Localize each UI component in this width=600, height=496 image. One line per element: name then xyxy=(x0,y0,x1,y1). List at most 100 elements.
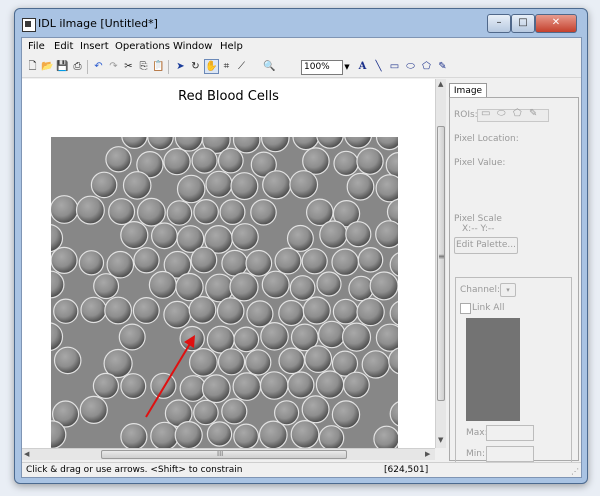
app-icon xyxy=(22,18,36,32)
menu-operations[interactable]: Operations xyxy=(115,41,170,52)
blood-cell xyxy=(348,275,374,302)
vertical-scrollbar[interactable]: ▲ ≡ ▼ xyxy=(435,79,446,448)
channel-select[interactable]: ▾ xyxy=(500,283,516,297)
crop-icon[interactable]: ⌗ xyxy=(220,60,233,73)
zoom-icon[interactable]: 🔍 xyxy=(263,60,276,73)
paste-icon[interactable]: 📋 xyxy=(152,60,165,73)
menu-insert[interactable]: Insert xyxy=(80,41,109,52)
blood-cell xyxy=(301,395,330,424)
blood-cell xyxy=(232,372,262,401)
roi-freehand-icon[interactable]: ✎ xyxy=(529,108,537,119)
menu-file[interactable]: File xyxy=(28,41,45,52)
blood-cell xyxy=(191,147,218,174)
menu-help[interactable]: Help xyxy=(220,41,243,52)
line-profile-icon[interactable]: ⟋ xyxy=(235,60,248,73)
menu-bar: File Edit Insert Operations Window Help xyxy=(22,38,581,56)
blood-cell xyxy=(373,425,398,450)
cut-icon[interactable]: ✂ xyxy=(122,60,135,73)
link-all-checkbox[interactable] xyxy=(460,303,471,314)
horizontal-scroll-thumb[interactable]: III xyxy=(101,450,347,459)
image-title: Red Blood Cells xyxy=(178,89,279,104)
redo-icon[interactable]: ↷ xyxy=(107,60,120,73)
image-panel: Image ROIs: ▭ ⬭ ⬠ ✎ Pixel Location: Pixe… xyxy=(447,79,580,469)
blood-cell xyxy=(258,420,288,450)
pixel-scale-xy: X:-- Y:-- xyxy=(462,224,495,234)
roi-rectangle-icon[interactable]: ▭ xyxy=(481,108,490,119)
image-panel-body: ROIs: ▭ ⬭ ⬠ ✎ Pixel Location: Pixel Valu… xyxy=(449,97,579,469)
rotate-icon[interactable]: ↻ xyxy=(189,60,202,73)
blood-cell xyxy=(233,326,260,353)
blood-cell xyxy=(356,147,384,175)
blood-cell xyxy=(278,347,305,375)
blood-cell xyxy=(356,297,385,327)
pan-icon[interactable]: ✋ xyxy=(204,59,219,74)
blood-cell xyxy=(290,420,320,449)
ellipse-icon[interactable]: ⬭ xyxy=(404,60,417,73)
scroll-left-icon[interactable]: ◀ xyxy=(24,450,29,458)
scroll-down-icon[interactable]: ▼ xyxy=(438,436,443,444)
blood-cell xyxy=(229,272,259,302)
blood-cell xyxy=(304,345,333,374)
roi-polygon-icon[interactable]: ⬠ xyxy=(513,108,522,119)
scroll-grip-icon: III xyxy=(217,450,224,458)
blood-cell xyxy=(331,248,359,276)
polygon-icon[interactable]: ⬠ xyxy=(420,60,433,73)
blood-cell xyxy=(53,298,79,324)
blood-cell xyxy=(133,247,160,274)
menu-edit[interactable]: Edit xyxy=(54,41,73,52)
edit-palette-button[interactable]: Edit Palette... xyxy=(454,237,518,254)
chevron-down-icon[interactable]: ▼ xyxy=(342,60,352,74)
blood-cell xyxy=(118,323,146,351)
resize-grip-icon[interactable]: ⋰ xyxy=(571,467,579,476)
blood-cell xyxy=(260,322,289,351)
new-icon[interactable]: 🗋 xyxy=(26,60,39,73)
min-input[interactable] xyxy=(486,446,534,462)
blood-cell xyxy=(375,323,398,352)
blood-cell xyxy=(343,371,370,399)
zoom-field[interactable]: 100% xyxy=(301,60,343,75)
blood-cell xyxy=(90,171,118,199)
blood-cell-image[interactable] xyxy=(51,137,398,450)
tab-image[interactable]: Image xyxy=(449,83,487,98)
close-button[interactable]: ✕ xyxy=(535,14,577,33)
print-icon[interactable]: ⎙ xyxy=(71,60,84,73)
menu-window[interactable]: Window xyxy=(173,41,212,52)
blood-cell xyxy=(217,348,246,376)
blood-cell xyxy=(80,296,107,324)
horizontal-scrollbar[interactable]: ◀ III ▶ xyxy=(22,448,435,460)
roi-ellipse-icon[interactable]: ⬭ xyxy=(497,108,506,119)
copy-icon[interactable]: ⎘ xyxy=(137,60,150,73)
open-icon[interactable]: 📂 xyxy=(41,60,54,73)
blood-cell xyxy=(289,170,319,199)
maximize-button[interactable]: □ xyxy=(511,14,535,33)
status-message: Click & drag or use arrows. <Shift> to c… xyxy=(26,465,243,475)
max-label: Max: xyxy=(466,428,488,438)
channel-label: Channel: xyxy=(460,285,500,295)
undo-icon[interactable]: ↶ xyxy=(92,60,105,73)
blood-cell xyxy=(346,172,375,201)
select-arrow-icon[interactable]: ➤ xyxy=(174,60,187,73)
blood-cell xyxy=(188,347,218,377)
blood-cell xyxy=(333,150,359,177)
blood-cell xyxy=(331,400,361,429)
minimize-button[interactable]: – xyxy=(487,14,511,33)
freehand-icon[interactable]: ✎ xyxy=(436,60,449,73)
blood-cell xyxy=(278,299,305,327)
blood-cell xyxy=(53,346,82,375)
save-icon[interactable]: 💾 xyxy=(56,60,69,73)
text-icon[interactable]: A xyxy=(356,60,369,73)
rois-label: ROIs: xyxy=(454,110,478,120)
scroll-right-icon[interactable]: ▶ xyxy=(425,450,430,458)
max-input[interactable] xyxy=(486,425,534,441)
rectangle-icon[interactable]: ▭ xyxy=(388,60,401,73)
blood-cell xyxy=(233,423,260,450)
title-bar[interactable]: IDL iImage [Untitled*] – □ ✕ xyxy=(15,9,587,37)
blood-cell xyxy=(332,298,359,325)
scroll-up-icon[interactable]: ▲ xyxy=(438,80,443,88)
link-all-label: Link All xyxy=(472,303,505,313)
blood-cell xyxy=(302,147,330,175)
canvas-area[interactable]: Red Blood Cells xyxy=(22,79,436,450)
vertical-scroll-thumb[interactable]: ≡ xyxy=(437,126,445,401)
blood-cell xyxy=(104,296,132,325)
line-icon[interactable]: ╲ xyxy=(372,60,385,73)
